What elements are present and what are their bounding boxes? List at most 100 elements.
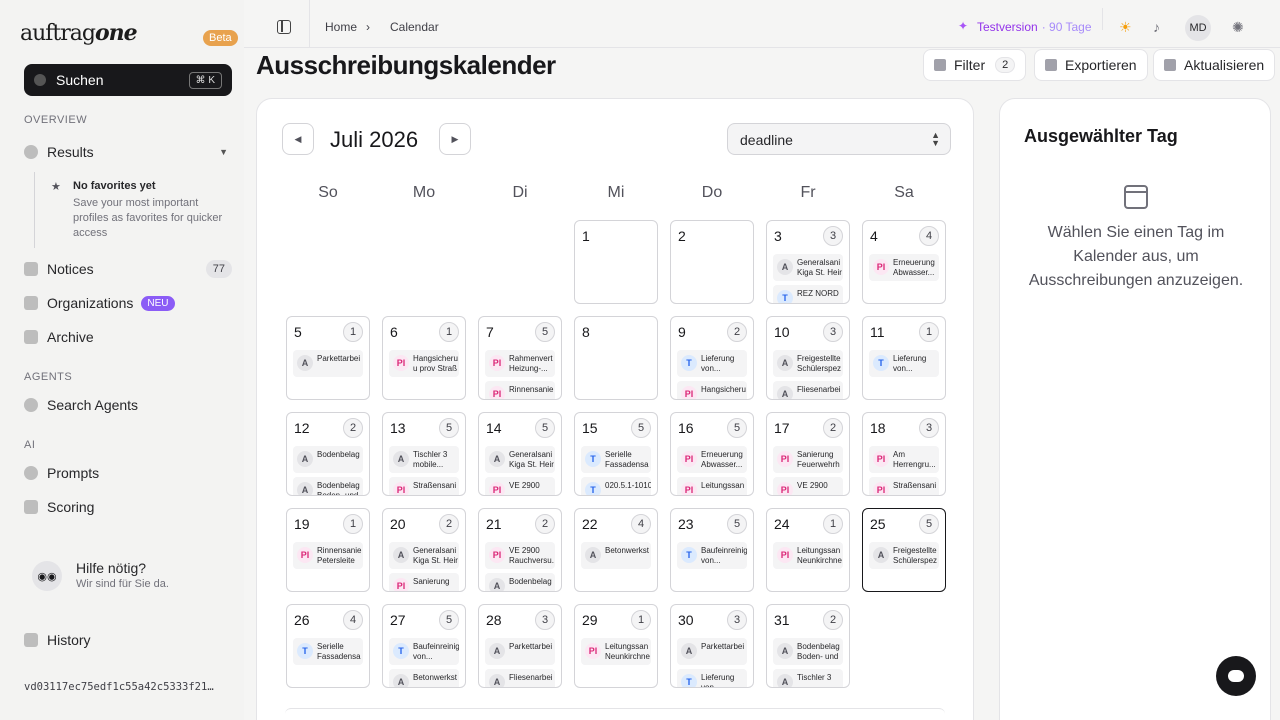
- sidebar-item-scoring[interactable]: Scoring: [24, 495, 232, 519]
- sidebar-item-results[interactable]: Results ▼: [24, 140, 232, 164]
- event-chip[interactable]: PI Erneuerung Abwasser...: [869, 254, 939, 281]
- event-chip[interactable]: T Lieferung von...: [677, 669, 747, 687]
- prev-month-button[interactable]: ◀: [282, 123, 314, 155]
- day-cell[interactable]: 17 2 PI Sanierung Feuerwehrh PI VE 2900: [766, 412, 850, 496]
- event-chip[interactable]: PI Hangsicheru u prov Straß: [389, 350, 459, 377]
- day-cell[interactable]: 6 1 PI Hangsicheru u prov Straß: [382, 316, 466, 400]
- day-cell[interactable]: 10 3 A Freigestellte Schülerspez A Fliesenarb…: [766, 316, 850, 400]
- event-chip[interactable]: T 020.5.1-1010: [581, 477, 651, 495]
- event-chip[interactable]: A Tischler 3 mobile...: [389, 446, 459, 473]
- event-chip[interactable]: PI VE 2900: [485, 477, 555, 495]
- event-chip[interactable]: A Parkettarbei: [677, 638, 747, 665]
- event-chip[interactable]: A Fliesenarbei: [485, 669, 555, 687]
- event-chip[interactable]: A Generalsani Kiga St. Heir: [389, 542, 459, 569]
- event-chip[interactable]: PI VE 2900 Rauchversu.: [485, 542, 555, 569]
- app-logo[interactable]: auftragone: [20, 20, 138, 46]
- event-chip[interactable]: PI Leitungssan Neunkirchne: [581, 638, 651, 665]
- event-chip[interactable]: A Bodenbelag: [293, 446, 363, 473]
- event-chip[interactable]: A Bodenbelag Boden- und: [293, 477, 363, 495]
- day-cell[interactable]: 5 1 A Parkettarbei: [286, 316, 370, 400]
- sidebar-item-organizations[interactable]: Organizations NEU: [24, 291, 232, 315]
- event-chip[interactable]: PI Leitungssan: [677, 477, 747, 495]
- event-chip[interactable]: T REZ NORD: [773, 285, 843, 303]
- day-cell[interactable]: 30 3 A Parkettarbei T Lieferung von...: [670, 604, 754, 688]
- day-cell[interactable]: 11 1 T Lieferung von...: [862, 316, 946, 400]
- day-cell[interactable]: 23 5 T Baufeinreinig von...: [670, 508, 754, 592]
- day-cell[interactable]: 31 2 A Bodenbelag Boden- und A Tischler 3: [766, 604, 850, 688]
- day-cell[interactable]: 9 2 T Lieferung von... PI Hangsicheru: [670, 316, 754, 400]
- avatar[interactable]: MD: [1185, 15, 1211, 41]
- bell-icon[interactable]: ♪: [1153, 19, 1160, 35]
- export-button[interactable]: Exportieren: [1034, 49, 1148, 81]
- day-cell[interactable]: 22 4 A Betonwerkst: [574, 508, 658, 592]
- day-cell[interactable]: 27 5 T Baufeinreinig von... A Betonwerkst: [382, 604, 466, 688]
- day-cell[interactable]: 7 5 PI Rahmenvert Heizung-... PI Rinnensanie: [478, 316, 562, 400]
- day-cell[interactable]: 20 2 A Generalsani Kiga St. Heir PI Sanierung: [382, 508, 466, 592]
- sidebar-item-history[interactable]: History: [24, 628, 232, 652]
- day-cell[interactable]: 26 4 T Serielle Fassadensa: [286, 604, 370, 688]
- chat-button[interactable]: [1216, 656, 1256, 696]
- day-cell[interactable]: 21 2 PI VE 2900 Rauchversu. A Bodenbelag: [478, 508, 562, 592]
- event-chip[interactable]: PI Straßensani: [869, 477, 939, 495]
- event-chip[interactable]: PI Erneuerung Abwasser...: [677, 446, 747, 473]
- sun-icon[interactable]: ☀: [1119, 19, 1132, 36]
- event-chip[interactable]: A Freigestellte Schülerspez: [773, 350, 843, 377]
- sidebar-item-search-agents[interactable]: Search Agents: [24, 393, 232, 417]
- event-chip[interactable]: A Freigestellte Schülerspez: [869, 542, 939, 569]
- sidebar-item-archive[interactable]: Archive: [24, 325, 232, 349]
- day-cell[interactable]: 25 5 A Freigestellte Schülerspez: [862, 508, 946, 592]
- gear-icon[interactable]: ✺: [1232, 19, 1244, 36]
- event-chip[interactable]: T Lieferung von...: [869, 350, 939, 377]
- event-chip[interactable]: A Betonwerkst: [581, 542, 651, 569]
- breadcrumb-home[interactable]: Home: [325, 20, 357, 34]
- event-chip[interactable]: T Serielle Fassadensa: [581, 446, 651, 473]
- chevron-down-icon[interactable]: ▼: [219, 147, 228, 157]
- event-chip[interactable]: A Betonwerkst: [389, 669, 459, 687]
- event-chip[interactable]: PI Leitungssan Neunkirchne: [773, 542, 843, 569]
- event-chip[interactable]: PI VE 2900: [773, 477, 843, 495]
- event-chip[interactable]: A Parkettarbei: [485, 638, 555, 665]
- day-cell[interactable]: 24 1 PI Leitungssan Neunkirchne: [766, 508, 850, 592]
- event-chip[interactable]: A Generalsani Kiga St. Heir: [773, 254, 843, 281]
- day-cell[interactable]: 12 2 A Bodenbelag A Bodenbelag Boden- und: [286, 412, 370, 496]
- day-cell[interactable]: 28 3 A Parkettarbei A Fliesenarbei: [478, 604, 562, 688]
- event-chip[interactable]: A Tischler 3: [773, 669, 843, 687]
- event-chip[interactable]: A Fliesenarbei: [773, 381, 843, 399]
- day-cell[interactable]: 18 3 PI Am Herrengru... PI Straßensani: [862, 412, 946, 496]
- help-card[interactable]: ◉◉ Hilfe nötig? Wir sind für Sie da.: [24, 553, 232, 601]
- trial-badge[interactable]: Testversion · 90 Tage: [977, 20, 1092, 34]
- day-cell[interactable]: 16 5 PI Erneuerung Abwasser... PI Leitungssan: [670, 412, 754, 496]
- day-cell[interactable]: 29 1 PI Leitungssan Neunkirchne: [574, 604, 658, 688]
- day-cell[interactable]: 15 5 T Serielle Fassadensa T 020.5.1-1010: [574, 412, 658, 496]
- event-chip[interactable]: PI Straßensani: [389, 477, 459, 495]
- day-cell[interactable]: 8: [574, 316, 658, 400]
- day-cell[interactable]: 1: [574, 220, 658, 304]
- filter-button[interactable]: Filter 2: [923, 49, 1027, 81]
- event-chip[interactable]: A Bodenbelag: [485, 573, 555, 591]
- event-chip[interactable]: A Bodenbelag Boden- und: [773, 638, 843, 665]
- day-cell[interactable]: 19 1 PI Rinnensanie Petersleite: [286, 508, 370, 592]
- event-chip[interactable]: PI Hangsicheru: [677, 381, 747, 399]
- event-chip[interactable]: PI Rahmenvert Heizung-...: [485, 350, 555, 377]
- event-chip[interactable]: T Lieferung von...: [677, 350, 747, 377]
- date-field-select[interactable]: deadline ▲ ▼: [727, 123, 951, 155]
- event-chip[interactable]: T Baufeinreinig von...: [677, 542, 747, 569]
- sidebar-item-prompts[interactable]: Prompts: [24, 461, 232, 485]
- event-chip[interactable]: T Serielle Fassadensa: [293, 638, 363, 665]
- event-chip[interactable]: PI Sanierung: [389, 573, 459, 591]
- event-chip[interactable]: PI Am Herrengru...: [869, 446, 939, 473]
- event-chip[interactable]: A Generalsani Kiga St. Heir: [485, 446, 555, 473]
- day-cell[interactable]: 13 5 A Tischler 3 mobile... PI Straßensani: [382, 412, 466, 496]
- day-cell[interactable]: 2: [670, 220, 754, 304]
- event-chip[interactable]: PI Rinnensanie: [485, 381, 555, 399]
- event-chip[interactable]: T Baufeinreinig von...: [389, 638, 459, 665]
- day-cell[interactable]: 3 3 A Generalsani Kiga St. Heir T REZ NORD: [766, 220, 850, 304]
- sidebar-toggle-icon[interactable]: [277, 20, 291, 34]
- event-chip[interactable]: A Parkettarbei: [293, 350, 363, 377]
- event-chip[interactable]: PI Rinnensanie Petersleite: [293, 542, 363, 569]
- next-month-button[interactable]: ▶: [439, 123, 471, 155]
- refresh-button[interactable]: Aktualisieren: [1153, 49, 1276, 81]
- day-cell[interactable]: 4 4 PI Erneuerung Abwasser...: [862, 220, 946, 304]
- day-cell[interactable]: 14 5 A Generalsani Kiga St. Heir PI VE 2900: [478, 412, 562, 496]
- sidebar-item-notices[interactable]: Notices 77: [24, 257, 232, 281]
